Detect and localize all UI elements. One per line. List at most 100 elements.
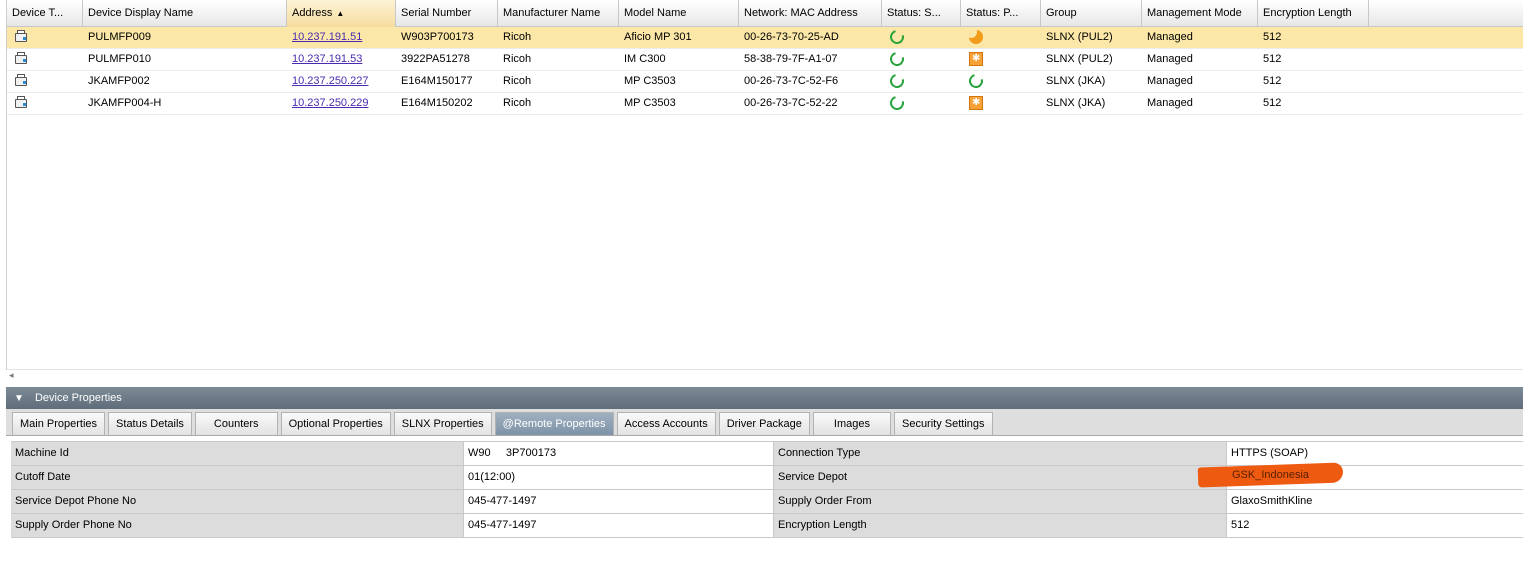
address-link[interactable]: 10.237.191.53 (292, 53, 362, 65)
encryption-length: 512 (1263, 53, 1282, 65)
tab-status-details[interactable]: Status Details (108, 412, 192, 435)
tab-main-properties[interactable]: Main Properties (12, 412, 106, 435)
group: SLNX (JKA) (1046, 97, 1106, 109)
manufacturer-name: Ricoh (503, 53, 532, 65)
properties-tab-bar: Main Properties Status Details Counters … (6, 409, 1523, 436)
chevron-down-icon[interactable]: ▼ (14, 388, 24, 410)
device-name: PULMFP010 (88, 53, 151, 65)
property-label: Cutoff Date (11, 466, 464, 489)
tab-optional-properties[interactable]: Optional Properties (280, 412, 391, 435)
management-mode: Managed (1147, 53, 1193, 65)
property-value: W90 3P700173 (464, 442, 774, 465)
encryption-length: 512 (1263, 75, 1282, 87)
sort-ascending-icon: ▲ (336, 9, 345, 18)
property-value: GlaxoSmithKline (1227, 490, 1523, 513)
property-value: 045-477-1497 (464, 514, 774, 537)
property-value: HTTPS (SOAP) (1227, 442, 1523, 465)
tab-security-settings[interactable]: Security Settings (893, 412, 993, 435)
tab-remote-properties[interactable]: @Remote Properties (494, 412, 614, 435)
ok-icon (887, 49, 907, 69)
table-row[interactable]: JKAMFP004-H 10.237.250.229 E164M150202 R… (7, 93, 1523, 115)
serial-number: E164M150177 (401, 75, 473, 87)
property-row: Machine Id W90 3P700173 Connection Type … (11, 442, 1523, 466)
property-row: Supply Order Phone No 045-477-1497 Encry… (11, 514, 1523, 538)
property-label: Supply Order From (774, 490, 1227, 513)
property-label: Service Depot (774, 466, 1227, 489)
column-header-model-name[interactable]: Model Name (619, 0, 739, 27)
grid-header: Device T... Device Display Name Address ▲… (7, 0, 1523, 27)
service-depot-value: GSK_Indonesia (1232, 469, 1310, 481)
ok-icon (887, 93, 907, 113)
warning-icon (969, 96, 983, 111)
address-link[interactable]: 10.237.191.51 (292, 31, 362, 43)
model-name: IM C300 (624, 53, 666, 65)
column-header-group[interactable]: Group (1041, 0, 1142, 27)
tab-slnx-properties[interactable]: SLNX Properties (393, 412, 492, 435)
mac-address: 00-26-73-7C-52-F6 (744, 75, 839, 87)
device-grid[interactable]: Device T... Device Display Name Address ▲… (6, 0, 1523, 380)
property-value: 512 (1227, 514, 1523, 537)
property-label: Machine Id (11, 442, 464, 465)
table-row[interactable]: JKAMFP002 10.237.250.227 E164M150177 Ric… (7, 71, 1523, 93)
management-mode: Managed (1147, 31, 1193, 43)
printer-icon (14, 96, 28, 110)
device-name: JKAMFP002 (88, 75, 150, 87)
column-header-status-s[interactable]: Status: S... (882, 0, 961, 27)
manufacturer-name: Ricoh (503, 97, 532, 109)
management-mode: Managed (1147, 75, 1193, 87)
tab-driver-package[interactable]: Driver Package (718, 412, 810, 435)
address-link[interactable]: 10.237.250.229 (292, 97, 368, 109)
mac-address: 58-38-79-7F-A1-07 (744, 53, 838, 65)
encryption-length: 512 (1263, 31, 1282, 43)
column-header-device-type[interactable]: Device T... (7, 0, 83, 27)
warning-icon (969, 52, 983, 67)
tab-access-accounts[interactable]: Access Accounts (616, 412, 716, 435)
scroll-left-icon[interactable]: ◂ (9, 370, 14, 381)
device-name: PULMFP009 (88, 31, 151, 43)
address-link[interactable]: 10.237.250.227 (292, 75, 368, 87)
model-name: MP C3503 (624, 97, 676, 109)
printer-icon (14, 74, 28, 88)
property-label: Connection Type (774, 442, 1227, 465)
tab-images[interactable]: Images (812, 412, 891, 435)
sleep-icon (969, 30, 983, 45)
property-label: Supply Order Phone No (11, 514, 464, 537)
device-name: JKAMFP004-H (88, 97, 162, 109)
serial-number: W903P700173 (401, 31, 474, 43)
column-header-mac-address[interactable]: Network: MAC Address (739, 0, 882, 27)
encryption-length: 512 (1263, 97, 1282, 109)
property-label: Encryption Length (774, 514, 1227, 537)
column-header-device-display-name[interactable]: Device Display Name (83, 0, 287, 27)
group: SLNX (PUL2) (1046, 31, 1113, 43)
tab-counters[interactable]: Counters (194, 412, 278, 435)
ok-icon (966, 71, 986, 91)
mac-address: 00-26-73-7C-52-22 (744, 97, 838, 109)
serial-number: E164M150202 (401, 97, 473, 109)
printer-icon (14, 52, 28, 66)
horizontal-scrollbar[interactable]: ◂ (7, 369, 1523, 383)
panel-title: Device Properties (34, 392, 122, 404)
column-header-manufacturer-name[interactable]: Manufacturer Name (498, 0, 619, 27)
group: SLNX (JKA) (1046, 75, 1106, 87)
device-properties-header[interactable]: ▼ Device Properties (6, 387, 1523, 409)
table-row[interactable]: PULMFP010 10.237.191.53 3922PA51278 Rico… (7, 49, 1523, 71)
column-header-status-p[interactable]: Status: P... (961, 0, 1041, 27)
properties-table: Machine Id W90 3P700173 Connection Type … (11, 441, 1523, 538)
column-header-encryption-length[interactable]: Encryption Length (1258, 0, 1369, 27)
column-header-management-mode[interactable]: Management Mode (1142, 0, 1258, 27)
serial-number: 3922PA51278 (401, 53, 470, 65)
column-header-serial-number[interactable]: Serial Number (396, 0, 498, 27)
property-value: 045-477-1497 (464, 490, 774, 513)
column-header-address[interactable]: Address ▲ (287, 0, 396, 27)
model-name: Aficio MP 301 (624, 31, 692, 43)
ok-icon (887, 71, 907, 91)
table-row[interactable]: PULMFP009 10.237.191.51 W903P700173 Rico… (7, 27, 1523, 49)
manufacturer-name: Ricoh (503, 75, 532, 87)
property-label: Service Depot Phone No (11, 490, 464, 513)
management-mode: Managed (1147, 97, 1193, 109)
property-row: Service Depot Phone No 045-477-1497 Supp… (11, 490, 1523, 514)
mac-address: 00-26-73-70-25-AD (744, 31, 839, 43)
printer-icon (14, 30, 28, 44)
model-name: MP C3503 (624, 75, 676, 87)
group: SLNX (PUL2) (1046, 53, 1113, 65)
